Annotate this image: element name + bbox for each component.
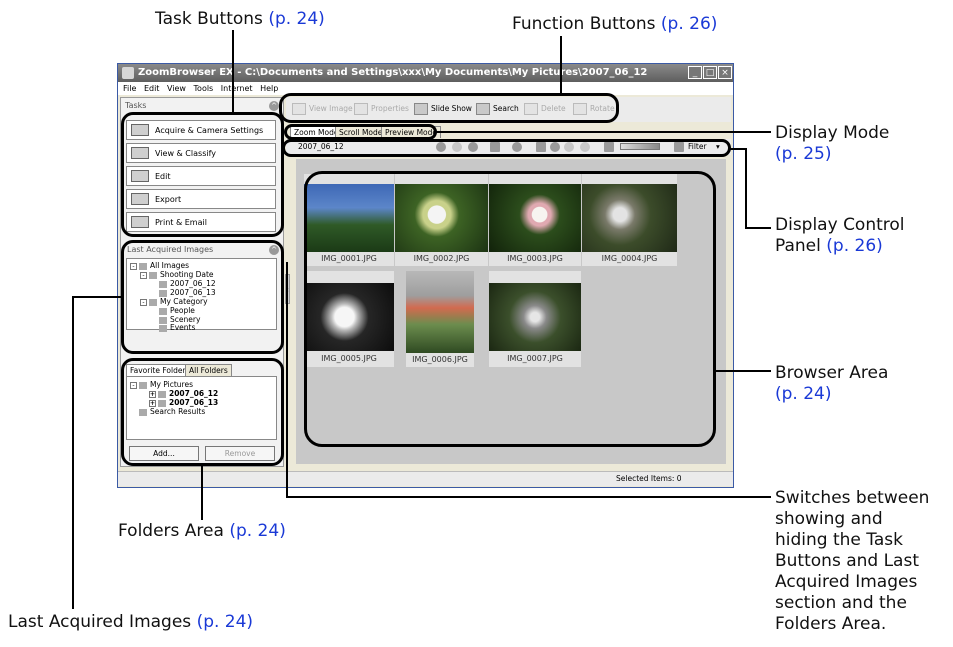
callout-text: Buttons and Last	[775, 551, 920, 571]
window-title: ZoomBrowser EX - C:\Documents and Settin…	[138, 67, 648, 78]
highlight-last-acquired	[121, 240, 284, 354]
page-ref-link[interactable]: (p. 25)	[775, 144, 889, 165]
highlight-folders-area	[121, 358, 284, 466]
close-button[interactable]: ×	[718, 66, 732, 79]
callout-display-mode: Display Mode (p. 25)	[775, 123, 889, 165]
connector-line	[72, 296, 74, 609]
highlight-browser-area	[304, 171, 716, 447]
highlight-task-buttons	[121, 112, 284, 237]
callout-text: section and the	[775, 593, 907, 613]
menu-help[interactable]: Help	[260, 84, 278, 93]
callout-text: Folders Area.	[775, 614, 887, 634]
callout-folders-area: Folders Area (p. 24)	[118, 521, 286, 542]
callout-switches: Switches between showing and hiding the …	[775, 488, 929, 635]
callout-text: Task Buttons	[155, 9, 263, 29]
connector-line	[232, 30, 234, 113]
page-ref-link[interactable]: (p. 24)	[775, 384, 888, 405]
collapse-tasks-icon[interactable]: ^	[269, 101, 279, 111]
callout-text: Display Mode	[775, 123, 890, 143]
menu-view[interactable]: View	[167, 84, 186, 93]
callout-text: Panel	[775, 236, 821, 256]
maximize-button[interactable]: □	[703, 66, 717, 79]
menu-file[interactable]: File	[123, 84, 136, 93]
tasks-title: Tasks	[125, 101, 147, 110]
callout-text: Last Acquired Images	[8, 612, 192, 632]
connector-line	[436, 131, 771, 133]
callout-text: Folders Area	[118, 521, 224, 541]
page-ref-link[interactable]: (p. 24)	[197, 612, 254, 632]
callout-text: Function Buttons	[512, 14, 656, 34]
callout-text: hiding the Task	[775, 530, 903, 550]
connector-line	[730, 148, 746, 150]
highlight-function-buttons	[279, 93, 619, 123]
menu-internet[interactable]: Internet	[221, 84, 253, 93]
connector-line	[745, 148, 747, 228]
callout-text: showing and	[775, 509, 883, 529]
menu-edit[interactable]: Edit	[144, 84, 160, 93]
page-ref-link[interactable]: (p. 26)	[826, 236, 883, 256]
callout-text: Acquired Images	[775, 572, 918, 592]
callout-text: Browser Area	[775, 363, 889, 383]
callout-last-acquired: Last Acquired Images (p. 24)	[8, 612, 253, 633]
callout-browser-area: Browser Area (p. 24)	[775, 363, 888, 405]
connector-line	[286, 262, 288, 497]
connector-line	[72, 296, 122, 298]
callout-function-buttons: Function Buttons (p. 26)	[512, 14, 717, 35]
menu-tools[interactable]: Tools	[194, 84, 214, 93]
connector-line	[715, 370, 771, 372]
connector-line	[745, 227, 771, 229]
callout-display-control: Display Control Panel (p. 26)	[775, 215, 905, 257]
callout-text: Switches between	[775, 488, 930, 508]
page-ref-link[interactable]: (p. 24)	[229, 521, 286, 541]
highlight-display-control	[282, 139, 731, 157]
callout-text: Display Control	[775, 215, 905, 235]
connector-line	[286, 496, 771, 498]
title-bar[interactable]: ZoomBrowser EX - C:\Documents and Settin…	[118, 64, 733, 82]
selected-items-count: Selected Items: 0	[616, 474, 682, 483]
status-bar: Selected Items: 0	[118, 471, 733, 486]
app-icon	[122, 67, 134, 79]
page-ref-link[interactable]: (p. 24)	[268, 9, 325, 29]
page-ref-link[interactable]: (p. 26)	[661, 14, 718, 34]
connector-line	[560, 36, 562, 94]
callout-task-buttons: Task Buttons (p. 24)	[155, 9, 325, 30]
connector-line	[201, 465, 203, 520]
minimize-button[interactable]: _	[688, 66, 702, 79]
highlight-display-mode	[284, 124, 437, 140]
